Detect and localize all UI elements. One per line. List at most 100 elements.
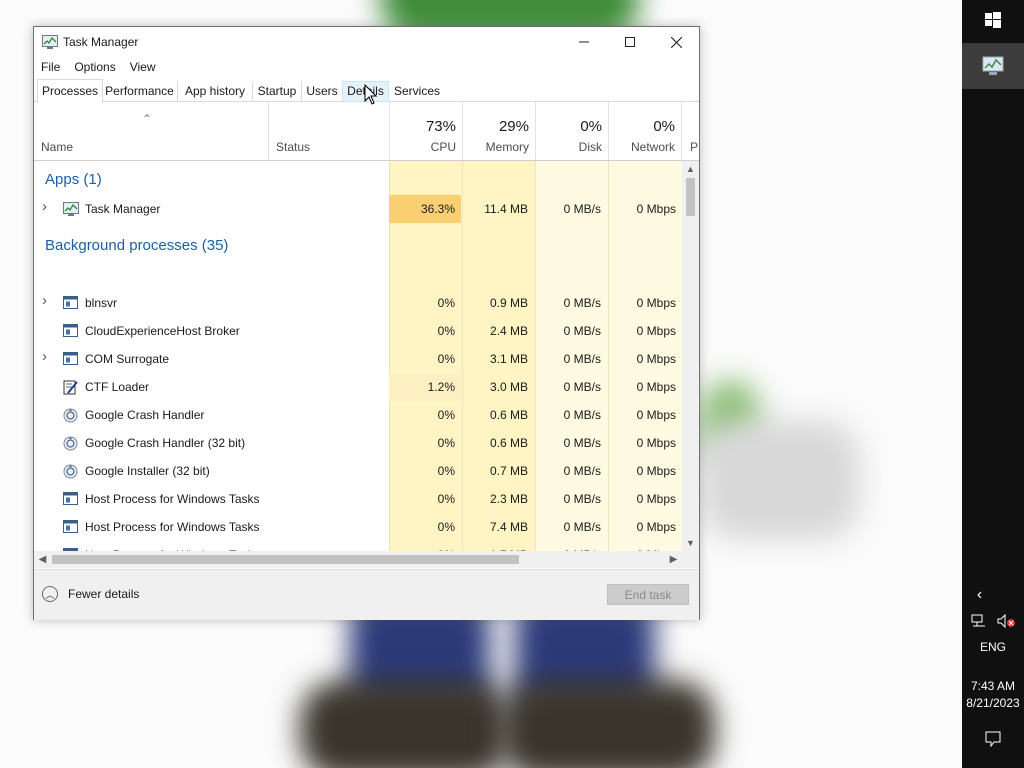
service-window-icon xyxy=(63,296,78,309)
cell-disk: 0 MB/s xyxy=(535,541,607,551)
cell-network: 0 Mbps xyxy=(608,541,682,551)
process-row[interactable]: Google Installer (32 bit) 0% 0.7 MB 0 MB/s 0… xyxy=(34,457,682,485)
horizontal-scrollbar[interactable]: ◀ ▶ xyxy=(34,551,682,568)
network-total: 0% xyxy=(653,118,675,135)
start-button[interactable] xyxy=(962,0,1024,40)
system-tray xyxy=(962,610,1024,632)
memory-total: 29% xyxy=(498,118,529,135)
process-list: Apps (1) Background processes (35) › Task… xyxy=(34,161,682,551)
tab-services[interactable]: Services xyxy=(389,81,445,102)
tab-processes[interactable]: Processes xyxy=(37,79,103,103)
header-network[interactable]: 0% Network xyxy=(608,102,681,160)
process-name: Task Manager xyxy=(85,202,161,216)
task-manager-window: Task Manager File Options View Processes… xyxy=(33,26,700,620)
taskbar-task-manager[interactable] xyxy=(962,43,1024,89)
cell-network: 0 Mbps xyxy=(636,408,676,422)
expand-chevron-icon[interactable]: › xyxy=(42,348,47,365)
header-power[interactable]: P xyxy=(681,102,700,160)
tab-users[interactable]: Users xyxy=(301,81,343,102)
process-row[interactable]: › Task Manager 36.3% 11.4 MB 0 MB/s 0 Mbps xyxy=(34,195,682,223)
horizontal-scroll-thumb[interactable] xyxy=(52,555,519,564)
tab-performance[interactable]: Performance xyxy=(101,81,178,102)
language-indicator[interactable]: ENG xyxy=(962,640,1024,654)
process-name: Google Crash Handler xyxy=(85,408,205,422)
footer-bar: ︿ Fewer details End task xyxy=(34,569,699,620)
process-name: CloudExperienceHost Broker xyxy=(85,324,240,338)
process-row[interactable]: Google Crash Handler 0% 0.6 MB 0 MB/s 0 Mbps xyxy=(34,401,682,429)
process-name: blnsvr xyxy=(85,296,118,310)
cell-cpu: 0% xyxy=(437,352,455,366)
window-title: Task Manager xyxy=(63,35,139,49)
mouse-cursor-icon xyxy=(364,83,378,109)
process-name: CTF Loader xyxy=(85,380,150,394)
cell-disk: 0 MB/s xyxy=(563,296,601,310)
process-row[interactable]: Host Process for Windows Tasks 0% 7.4 MB 0 … xyxy=(34,513,682,541)
process-name: Host Process for Windows Tasks xyxy=(85,492,260,506)
process-row[interactable]: CloudExperienceHost Broker 0% 2.4 MB 0 MB/s… xyxy=(34,317,682,345)
header-name[interactable]: ⌃ Name xyxy=(34,102,268,160)
scroll-right-button[interactable]: ▶ xyxy=(665,551,682,568)
expand-chevron-icon[interactable]: › xyxy=(42,198,47,215)
header-disk[interactable]: 0% Disk xyxy=(535,102,608,160)
group-header-apps: Apps (1) xyxy=(45,171,102,188)
cell-disk: 0 MB/s xyxy=(563,202,601,216)
cell-disk: 0 MB/s xyxy=(563,464,601,478)
process-row[interactable]: › blnsvr 0% 0.9 MB 0 MB/s 0 Mbps xyxy=(34,289,682,317)
cell-memory: 0.7 MB xyxy=(489,464,528,478)
disk-total: 0% xyxy=(580,118,602,135)
fewer-details-link[interactable]: Fewer details xyxy=(68,587,139,601)
minimize-button[interactable] xyxy=(561,27,607,57)
service-window-icon xyxy=(63,492,78,505)
sort-up-icon: ⌃ xyxy=(142,112,153,126)
process-name: Host Process for Windows Tasks xyxy=(85,541,260,551)
column-header: ⌃ Name Status 73% CPU 29% Memory 0% Disk… xyxy=(34,102,699,161)
cell-network: 0 Mbps xyxy=(636,464,676,478)
close-button[interactable] xyxy=(653,27,699,57)
header-memory[interactable]: 29% Memory xyxy=(462,102,535,160)
process-row[interactable]: › COM Surrogate 0% 3.1 MB 0 MB/s 0 Mbps xyxy=(34,345,682,373)
scroll-up-button[interactable]: ▲ xyxy=(682,161,699,177)
vertical-scrollbar[interactable]: ▲ ▼ xyxy=(682,161,699,551)
process-row[interactable]: Host Process for Windows Tasks 0% 2.3 MB 0 … xyxy=(34,485,682,513)
process-row[interactable]: Host Process for Windows Tasks0%1.7 MB0 … xyxy=(34,541,682,551)
network-icon[interactable] xyxy=(971,614,987,628)
cell-disk: 0 MB/s xyxy=(563,408,601,422)
scroll-down-button[interactable]: ▼ xyxy=(682,535,699,551)
cell-disk: 0 MB/s xyxy=(563,520,601,534)
chevron-up-circle-icon[interactable]: ︿ xyxy=(42,586,58,602)
cell-memory: 2.3 MB xyxy=(489,492,528,506)
tab-app-history[interactable]: App history xyxy=(177,81,253,102)
header-status[interactable]: Status xyxy=(268,102,389,160)
action-center-icon[interactable] xyxy=(962,726,1024,752)
menu-view[interactable]: View xyxy=(123,57,163,77)
clock[interactable]: 7:43 AM 8/21/2023 xyxy=(962,678,1024,712)
volume-muted-icon[interactable] xyxy=(997,614,1015,628)
service-window-icon xyxy=(63,352,78,365)
show-hidden-icons-chevron-icon[interactable]: ‹ xyxy=(962,584,997,606)
menu-file[interactable]: File xyxy=(34,57,67,77)
windows-logo-icon xyxy=(985,12,1001,28)
cell-network: 0 Mbps xyxy=(636,380,676,394)
process-row[interactable]: Google Crash Handler (32 bit) 0% 0.6 MB 0 M… xyxy=(34,429,682,457)
cell-disk: 0 MB/s xyxy=(563,436,601,450)
menu-options[interactable]: Options xyxy=(67,57,122,77)
cell-network: 0 Mbps xyxy=(636,202,676,216)
cell-memory: 7.4 MB xyxy=(489,520,528,534)
end-task-button[interactable]: End task xyxy=(607,584,689,605)
title-bar[interactable]: Task Manager xyxy=(34,27,699,57)
scroll-left-button[interactable]: ◀ xyxy=(34,551,51,568)
expand-chevron-icon[interactable]: › xyxy=(42,292,47,309)
maximize-button[interactable] xyxy=(607,27,653,57)
cell-cpu: 0% xyxy=(437,296,455,310)
tab-startup[interactable]: Startup xyxy=(252,81,302,102)
cell-memory: 0.6 MB xyxy=(489,436,528,450)
process-row[interactable]: CTF Loader 1.2% 3.0 MB 0 MB/s 0 Mbps xyxy=(34,373,682,401)
cell-cpu: 0% xyxy=(437,436,455,450)
cell-memory: 3.0 MB xyxy=(489,380,528,394)
cell-network: 0 Mbps xyxy=(636,352,676,366)
header-cpu[interactable]: 73% CPU xyxy=(389,102,462,160)
vertical-scroll-thumb[interactable] xyxy=(686,178,695,216)
cell-disk: 0 MB/s xyxy=(563,324,601,338)
google-update-icon xyxy=(63,436,78,451)
process-name: Host Process for Windows Tasks xyxy=(85,520,260,534)
